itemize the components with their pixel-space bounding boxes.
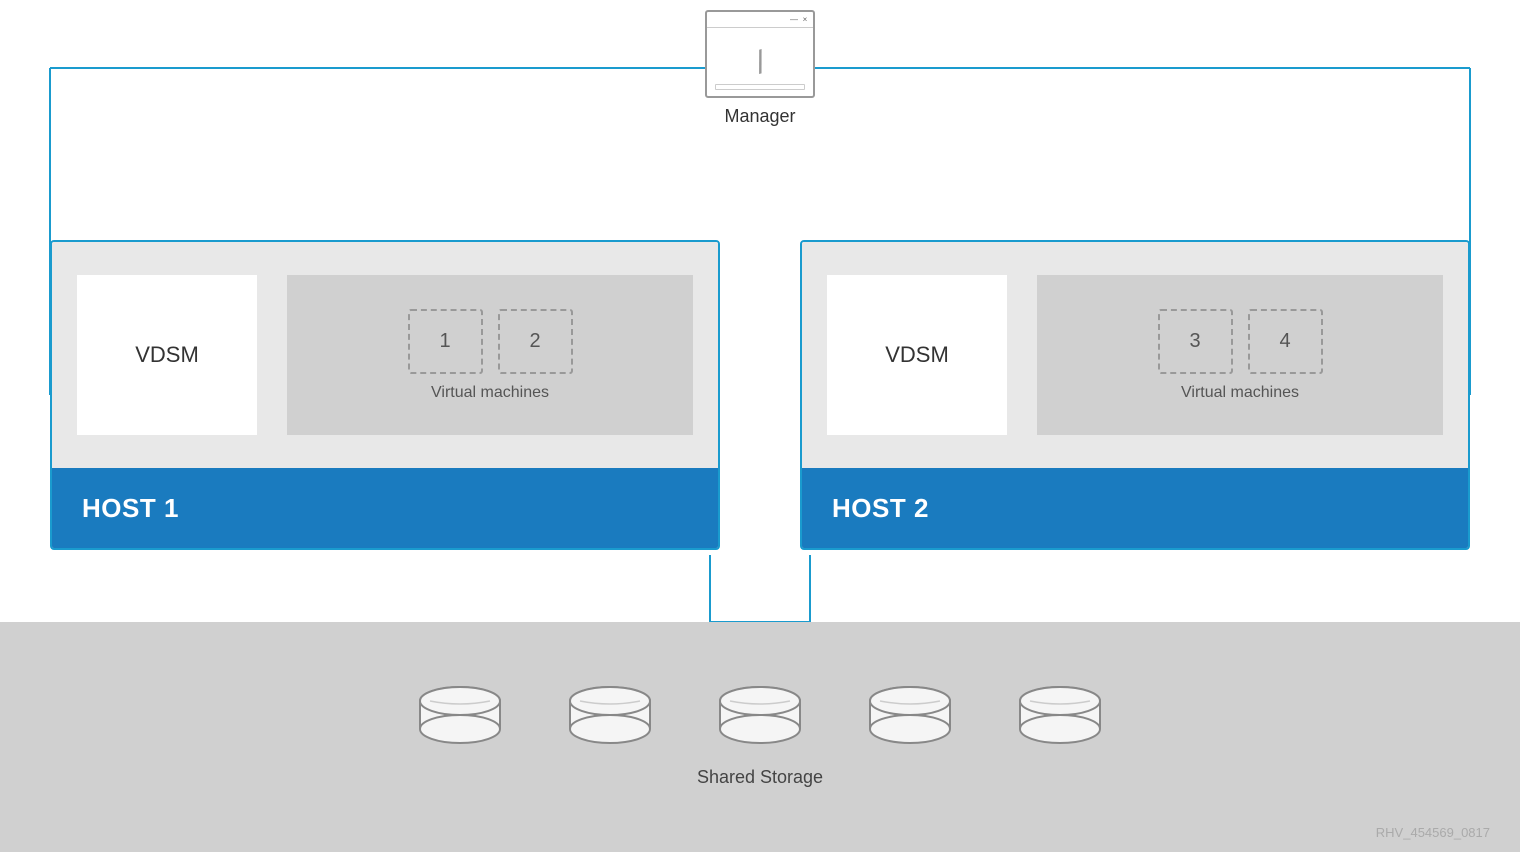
host-1-vdsm-label: VDSM	[135, 342, 199, 368]
host-2-name: HOST 2	[832, 493, 929, 524]
manager-titlebar: — ×	[707, 12, 813, 28]
disk-icon-3	[715, 687, 805, 747]
disk-svg-4	[865, 687, 955, 747]
disk-svg-1	[415, 687, 505, 747]
disk-svg-2	[565, 687, 655, 747]
disk-icon-4	[865, 687, 955, 747]
close-btn: ×	[801, 16, 809, 24]
host-1-footer: HOST 1	[52, 468, 718, 548]
manager-label: Manager	[724, 106, 795, 127]
disk-icon-2	[565, 687, 655, 747]
host-1-vm-boxes-row: 1 2	[408, 309, 573, 374]
shared-storage-label: Shared Storage	[697, 767, 823, 788]
host-2-panel: VDSM 3 4 Virtual machines HOST 2	[800, 240, 1470, 550]
manager-footer-bar	[715, 84, 805, 90]
host-2-vdsm-label: VDSM	[885, 342, 949, 368]
host-1-name: HOST 1	[82, 493, 179, 524]
storage-disks-row	[415, 687, 1105, 747]
manager-window: — × /	[705, 10, 815, 98]
host-2-vm-3: 3	[1158, 309, 1233, 374]
diagram-container: — × / Manager VDSM 1	[0, 0, 1520, 852]
host-2-vm-boxes-row: 3 4	[1158, 309, 1323, 374]
disk-svg-5	[1015, 687, 1105, 747]
host-2-vms-label: Virtual machines	[1181, 384, 1299, 402]
disk-icon-1	[415, 687, 505, 747]
host-1-vms-container: 1 2 Virtual machines	[287, 275, 693, 435]
minimize-btn: —	[790, 16, 798, 24]
host-1-panel: VDSM 1 2 Virtual machines HOST 1	[50, 240, 720, 550]
host-1-content: VDSM 1 2 Virtual machines	[52, 242, 718, 468]
host-2-vms-container: 3 4 Virtual machines	[1037, 275, 1443, 435]
shared-storage-area: Shared Storage	[0, 622, 1520, 852]
host-2-content: VDSM 3 4 Virtual machines	[802, 242, 1468, 468]
host-1-vdsm-box: VDSM	[77, 275, 257, 435]
watermark: RHV_454569_0817	[1376, 825, 1490, 840]
disk-svg-3	[715, 687, 805, 747]
host-2-vm-4: 4	[1248, 309, 1323, 374]
host-1-vms-label: Virtual machines	[431, 384, 549, 402]
host-1-vm-2: 2	[498, 309, 573, 374]
hosts-row: VDSM 1 2 Virtual machines HOST 1 VDSM	[50, 240, 1470, 550]
disk-icon-5	[1015, 687, 1105, 747]
manager-component: — × / Manager	[695, 10, 825, 130]
host-2-footer: HOST 2	[802, 468, 1468, 548]
host-2-vdsm-box: VDSM	[827, 275, 1007, 435]
manager-slash-icon: /	[752, 45, 769, 78]
host-1-vm-1: 1	[408, 309, 483, 374]
